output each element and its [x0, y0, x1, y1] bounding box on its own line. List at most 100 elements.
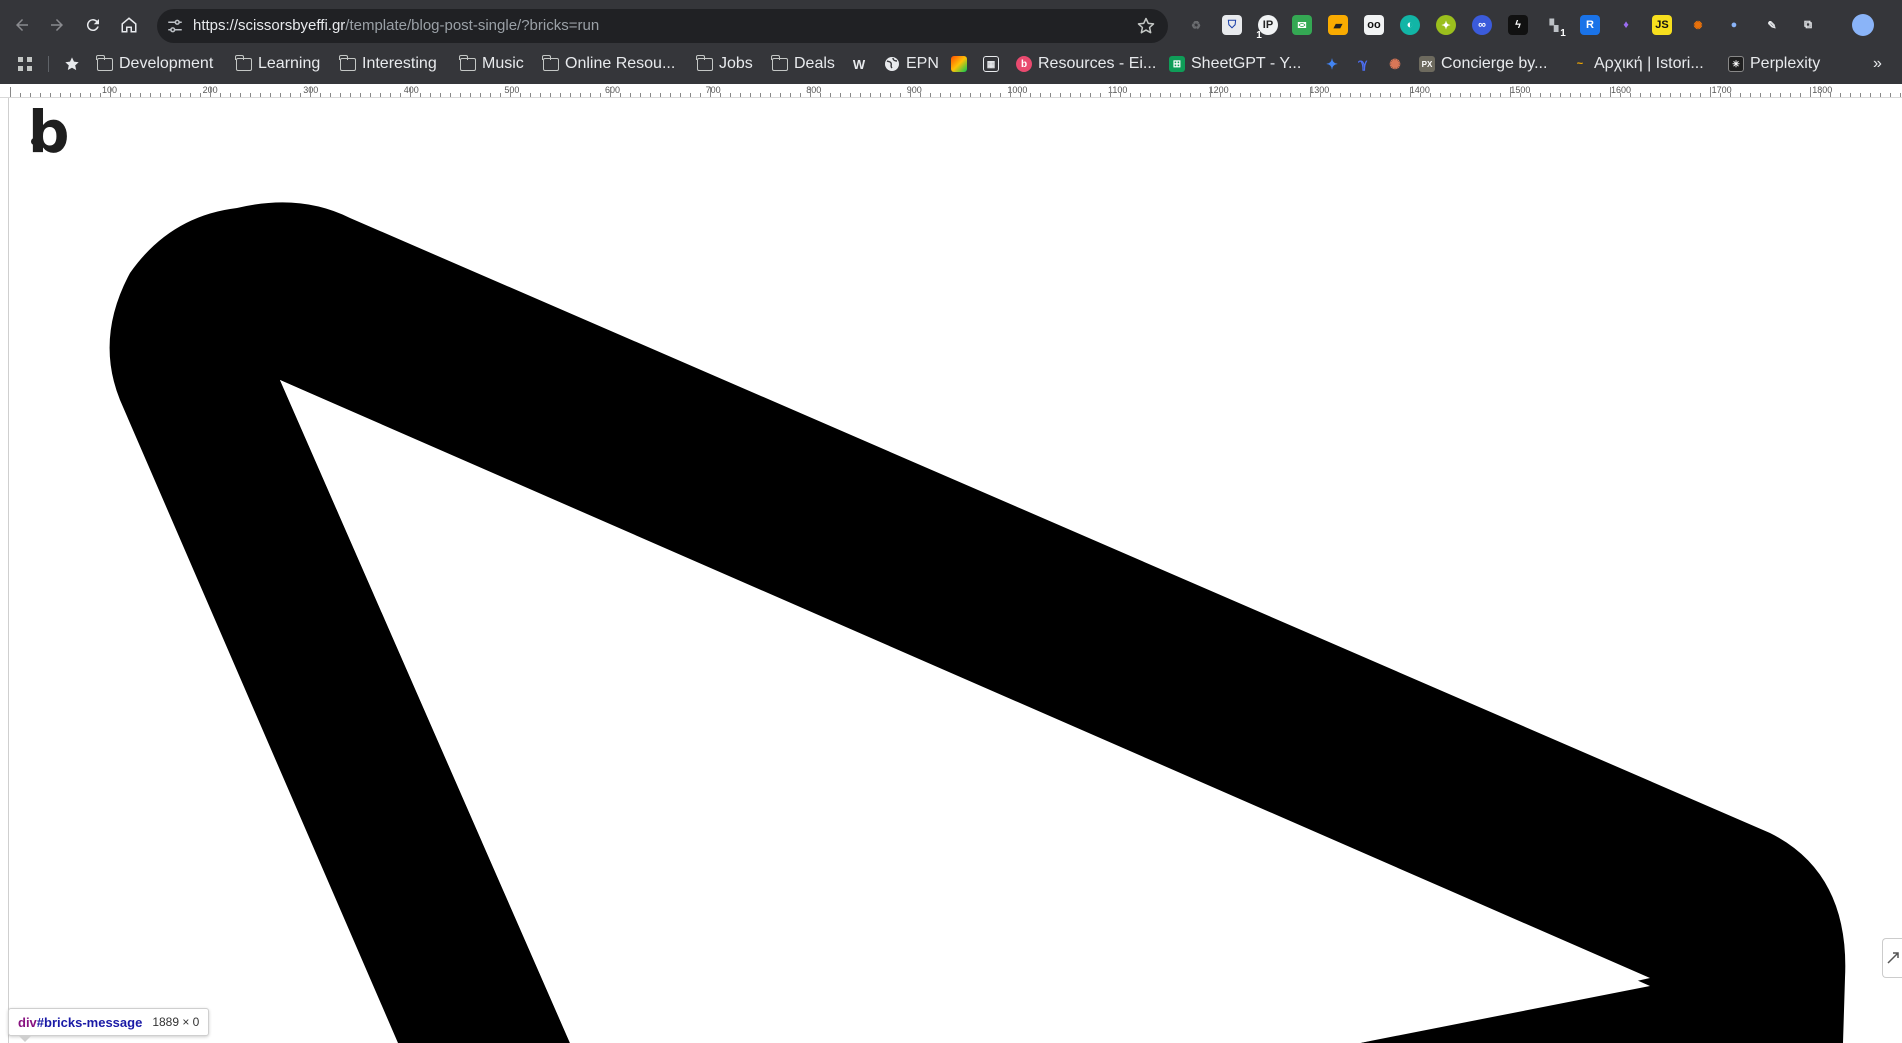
- folder-extension-icon[interactable]: ▰: [1328, 15, 1348, 35]
- link-extension-icon[interactable]: ∞: [1472, 15, 1492, 35]
- mail-extension-icon[interactable]: ✉: [1292, 15, 1312, 35]
- extensions-puzzle-icon[interactable]: ⧉: [1798, 15, 1818, 35]
- bookmark-sparkle[interactable]: ✦: [1324, 52, 1340, 76]
- pen-extension-icon[interactable]: ✎: [1762, 15, 1782, 35]
- ruler-tick-mark: [290, 93, 291, 97]
- ruler-tick-mark: [1800, 93, 1801, 97]
- search-extension-icon[interactable]: ●: [1724, 15, 1744, 35]
- ruler-tick-mark: [1410, 87, 1411, 97]
- ruler-tick-mark: [1450, 93, 1451, 97]
- globe-extension-icon[interactable]: ◐: [1400, 15, 1420, 35]
- bookmark-resources[interactable]: b Resources - Ei...: [1016, 52, 1156, 76]
- bug-extension-icon[interactable]: ✦: [1436, 15, 1456, 35]
- bookmark-label: Perplexity: [1750, 55, 1821, 72]
- bookmark-sheetgpt[interactable]: ⊞ SheetGPT - Y...: [1169, 52, 1301, 76]
- folder-icon: [459, 54, 476, 71]
- ruler-tick-mark: [1720, 93, 1721, 97]
- ruler-tick-mark: [1610, 87, 1611, 97]
- bookmark-building[interactable]: ▦: [983, 52, 999, 76]
- bookmark-concierge[interactable]: PX Concierge by...: [1419, 52, 1547, 76]
- js-extension-icon[interactable]: JS: [1652, 15, 1672, 35]
- ruler-tick-mark: [190, 93, 191, 97]
- r-extension-icon[interactable]: R: [1580, 15, 1600, 35]
- flask-extension-icon[interactable]: ♦: [1616, 15, 1636, 35]
- ruler-tick-mark: [1880, 93, 1881, 97]
- ruler-tick-mark: [40, 93, 41, 97]
- ruler-tick-mark: [1740, 93, 1741, 97]
- globe-icon: [885, 57, 899, 71]
- folder-icon: [235, 54, 252, 71]
- forward-button[interactable]: [44, 12, 70, 38]
- ruler-tick-mark: [730, 93, 731, 97]
- ruler-tick-mark: [580, 93, 581, 97]
- apps-grid-icon[interactable]: [17, 52, 33, 76]
- bookmark-v[interactable]: ℽ: [1355, 52, 1371, 76]
- bookmark-label: Development: [119, 55, 214, 72]
- ruler-tick-mark: [1460, 93, 1461, 97]
- side-panel-handle[interactable]: [1882, 938, 1902, 978]
- bookmark-interesting[interactable]: Interesting: [339, 52, 437, 76]
- pink-favicon: b: [1016, 56, 1032, 72]
- bookmark-development[interactable]: Development: [96, 52, 214, 76]
- bookmark-learning[interactable]: Learning: [235, 52, 320, 76]
- starred-bookmarks-icon[interactable]: [64, 52, 80, 76]
- ruler-tick-mark: [1770, 93, 1771, 97]
- ruler-tick-mark: [330, 93, 331, 97]
- ruler-tick-mark: [790, 93, 791, 97]
- ruler-tick-mark: [590, 93, 591, 97]
- bookmark-w[interactable]: W: [851, 52, 867, 76]
- bookmark-istoria[interactable]: ~ Αρχική | Istori...: [1572, 52, 1704, 76]
- ruler-tick-mark: [1730, 93, 1731, 97]
- glasses-extension-icon[interactable]: oo: [1364, 15, 1384, 35]
- reload-button[interactable]: [80, 12, 106, 38]
- bookmark-perplexity[interactable]: ✳ Perplexity: [1728, 52, 1820, 76]
- ruler-tick-mark: [20, 93, 21, 97]
- bolt-extension-icon[interactable]: ϟ: [1508, 15, 1528, 35]
- bookmark-jobs[interactable]: Jobs: [696, 52, 753, 76]
- ruler-tick-mark: [1790, 93, 1791, 97]
- tooltip-arrow: [18, 1035, 32, 1042]
- ruler-tick-label: 1200: [1208, 85, 1229, 95]
- extension-badge-2: 1: [1560, 27, 1566, 39]
- home-button[interactable]: [116, 12, 142, 38]
- folder-icon: [339, 54, 356, 71]
- ruler-tick-mark: [360, 93, 361, 97]
- bookmark-deals[interactable]: Deals: [771, 52, 835, 76]
- ruler-tick-mark: [630, 93, 631, 97]
- ip-extension-icon[interactable]: IP: [1258, 15, 1278, 35]
- address-bar[interactable]: https://scissorsbyeffi.gr/template/blog-…: [157, 9, 1168, 43]
- bookmark-star-icon[interactable]: [1136, 16, 1156, 36]
- profile-avatar[interactable]: [1852, 14, 1874, 36]
- back-button[interactable]: [9, 12, 35, 38]
- recycle-extension-icon[interactable]: ♻: [1186, 15, 1206, 35]
- ruler-tick-mark: [1490, 93, 1491, 97]
- bookmark-online-resources[interactable]: Online Resou...: [542, 52, 675, 76]
- bookmark-label: Jobs: [719, 55, 753, 72]
- ruler-tick-mark: [1900, 93, 1901, 97]
- ruler-tick-mark: [1190, 93, 1191, 97]
- ruler-tick-mark: [820, 93, 821, 97]
- bookmark-music[interactable]: Music: [459, 52, 524, 76]
- ruler-tick-mark: [1710, 87, 1711, 97]
- cookie-extension-icon[interactable]: ✺: [1688, 15, 1708, 35]
- ruler-tick-mark: [950, 93, 951, 97]
- ruler-tick-mark: [1170, 93, 1171, 97]
- site-info-icon[interactable]: [166, 17, 184, 35]
- ruler-tick-mark: [30, 93, 31, 97]
- bookmark-zapier[interactable]: [951, 52, 967, 76]
- ruler-tick-mark: [1530, 93, 1531, 97]
- ruler-tick-label: 500: [504, 85, 520, 95]
- bookmark-epn[interactable]: EPN: [884, 52, 939, 76]
- concierge-favicon: PX: [1419, 56, 1435, 72]
- ruler-tick-mark: [1510, 87, 1511, 97]
- ruler-tick-mark: [1310, 87, 1311, 97]
- bookmark-claude[interactable]: ✺: [1387, 52, 1403, 76]
- more-bookmarks-chevron-icon[interactable]: »: [1873, 52, 1882, 76]
- ruler-tick-mark: [1380, 93, 1381, 97]
- ruler-tick-mark: [1500, 93, 1501, 97]
- bookmark-label: SheetGPT - Y...: [1191, 55, 1302, 72]
- ruler-tick-mark: [760, 93, 761, 97]
- ruler-tick-mark: [1160, 93, 1161, 97]
- ruler-tick-mark: [650, 93, 651, 97]
- shield-extension-icon[interactable]: ⛉: [1222, 15, 1242, 35]
